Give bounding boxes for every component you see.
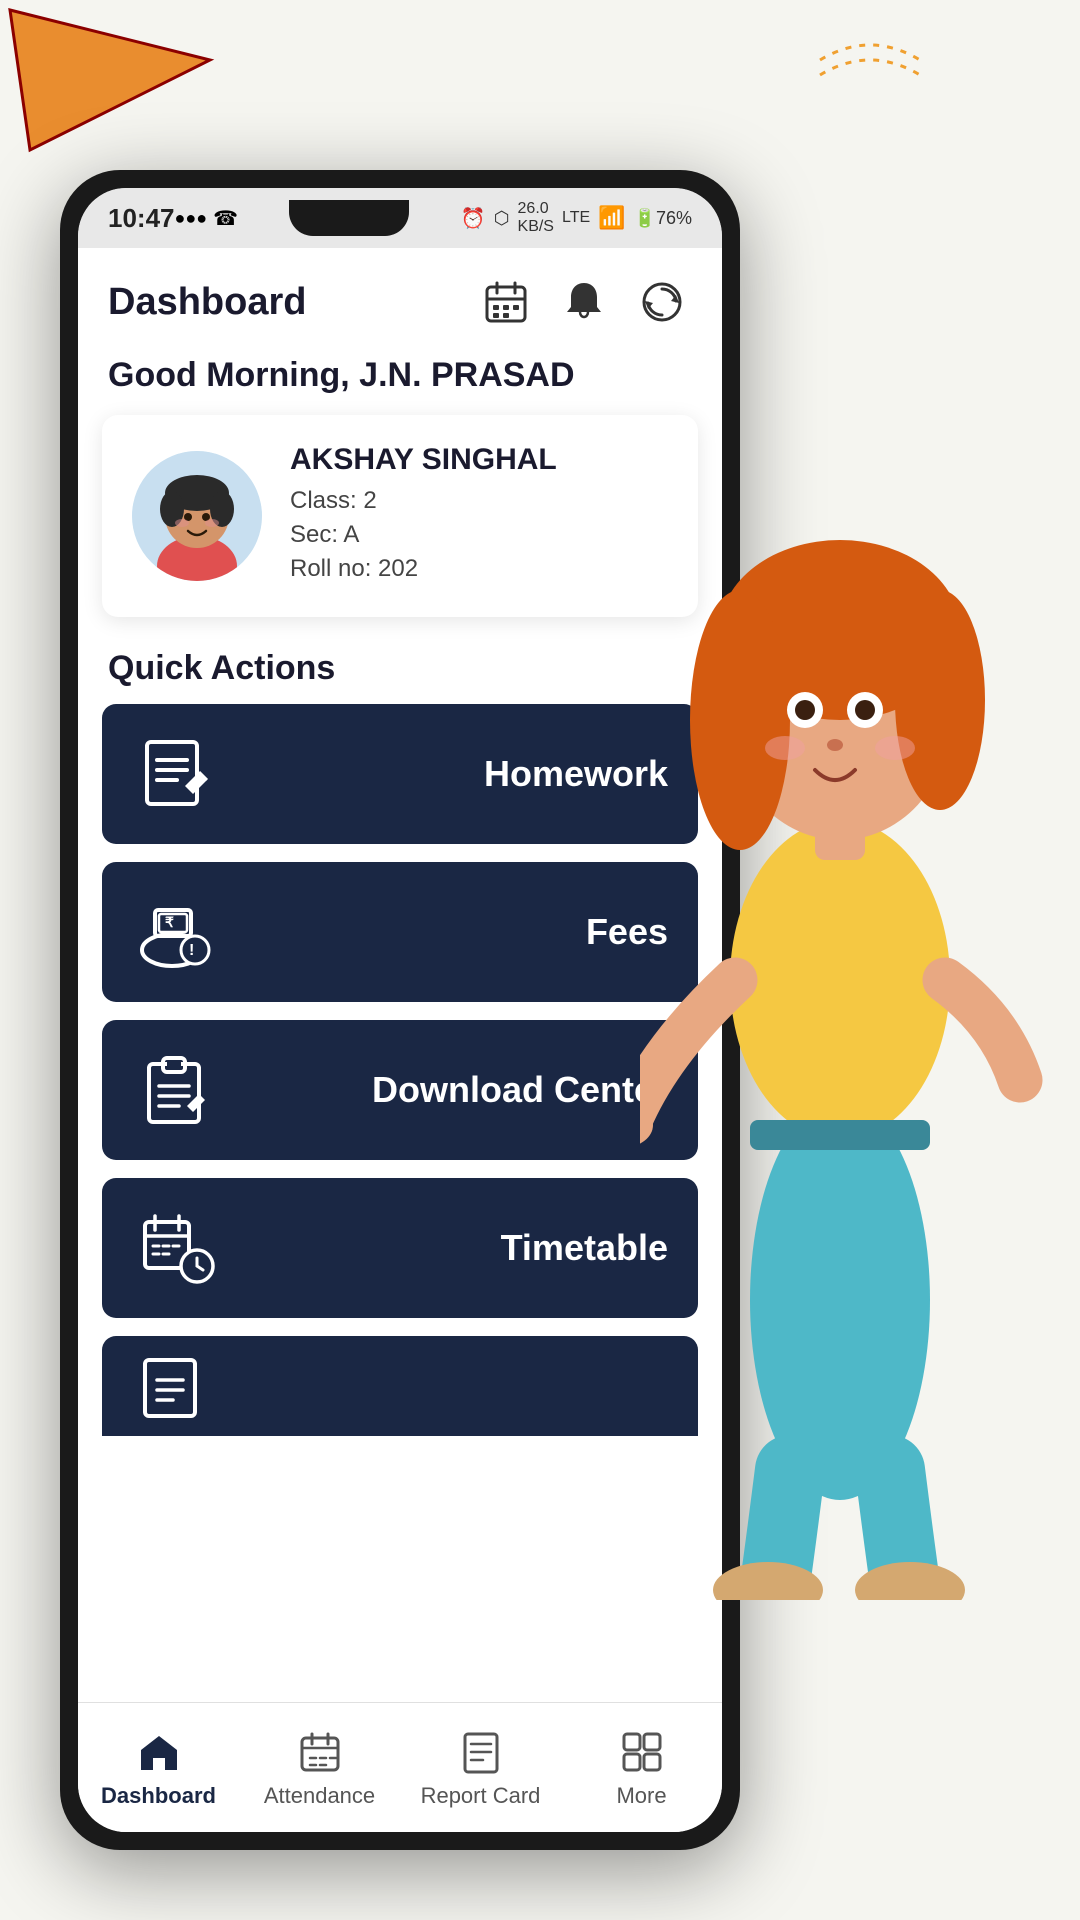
timetable-icon	[132, 1203, 222, 1293]
student-avatar	[132, 451, 262, 581]
bg-dots-decoration	[810, 20, 930, 100]
report-card-nav-label: Report Card	[421, 1783, 541, 1809]
camera-notch	[289, 200, 409, 236]
svg-text:₹: ₹	[165, 914, 174, 930]
phone-frame: 10:47 ●●● ☎ ⏰ ⬡ 26.0KB/S LTE 📶 🔋76% Dash…	[60, 170, 740, 1850]
phone-screen: 10:47 ●●● ☎ ⏰ ⬡ 26.0KB/S LTE 📶 🔋76% Dash…	[78, 188, 722, 1832]
nav-item-more[interactable]: More	[561, 1727, 722, 1809]
student-roll: Roll no: 202	[290, 555, 668, 583]
calendar-icon	[483, 279, 529, 325]
notification-button[interactable]	[554, 272, 614, 332]
fees-svg-icon: ₹ !	[137, 892, 217, 972]
fees-icon: ₹ !	[132, 887, 222, 977]
exam-schedule-button[interactable]	[102, 1336, 698, 1436]
student-section: Sec: A	[290, 521, 668, 549]
download-center-label: Download Center	[372, 1069, 668, 1111]
status-time: 10:47	[108, 203, 175, 234]
download-svg-icon	[137, 1050, 217, 1130]
dashboard-nav-icon	[134, 1727, 184, 1777]
timetable-button[interactable]: Timetable	[102, 1178, 698, 1318]
status-call: ☎	[213, 206, 238, 231]
exam-svg-icon	[137, 1346, 217, 1426]
attendance-nav-icon	[295, 1727, 345, 1777]
status-dots: ●●●	[175, 208, 208, 229]
grid-icon	[620, 1730, 664, 1774]
signal-icon: 📶	[598, 205, 625, 231]
greeting-text: Good Morning, J.N. PRASAD	[78, 348, 722, 415]
svg-text:!: !	[189, 942, 194, 959]
bluetooth-icon: ⬡	[494, 208, 510, 229]
student-name: AKSHAY SINGHAL	[290, 443, 668, 477]
report-card-icon	[459, 1730, 503, 1774]
attendance-nav-label: Attendance	[264, 1783, 375, 1809]
battery-icon: 🔋76%	[634, 208, 692, 229]
sync-button[interactable]	[632, 272, 692, 332]
fees-button[interactable]: ₹ ! Fees	[102, 862, 698, 1002]
calendar-button[interactable]	[476, 272, 536, 332]
student-info: AKSHAY SINGHAL Class: 2 Sec: A Roll no: …	[290, 443, 668, 589]
more-nav-icon	[617, 1727, 667, 1777]
student-class: Class: 2	[290, 487, 668, 515]
status-right-icons: ⏰ ⬡ 26.0KB/S LTE 📶 🔋76%	[461, 200, 692, 236]
app-content: Dashboard	[78, 248, 722, 1702]
header-icons-group	[476, 272, 692, 332]
sync-icon	[639, 279, 685, 325]
lte-icon: LTE	[562, 209, 590, 227]
nav-item-report-card[interactable]: Report Card	[400, 1727, 561, 1809]
bell-icon	[561, 279, 607, 325]
status-bar: 10:47 ●●● ☎ ⏰ ⬡ 26.0KB/S LTE 📶 🔋76%	[78, 188, 722, 248]
home-icon	[137, 1730, 181, 1774]
app-header: Dashboard	[78, 248, 722, 348]
download-center-button[interactable]: Download Center	[102, 1020, 698, 1160]
homework-icon	[132, 729, 222, 819]
nav-item-attendance[interactable]: Attendance	[239, 1727, 400, 1809]
status-icons-group: ●●● ☎	[175, 206, 239, 231]
attendance-icon	[298, 1730, 342, 1774]
homework-label: Homework	[484, 753, 668, 795]
avatar-illustration	[132, 451, 262, 581]
network-speed: 26.0KB/S	[518, 200, 554, 236]
timetable-label: Timetable	[501, 1227, 668, 1269]
download-center-icon	[132, 1045, 222, 1135]
exam-schedule-icon	[132, 1341, 222, 1431]
student-card: AKSHAY SINGHAL Class: 2 Sec: A Roll no: …	[102, 415, 698, 617]
more-nav-label: More	[616, 1783, 666, 1809]
dashboard-nav-label: Dashboard	[101, 1783, 216, 1809]
timetable-svg-icon	[137, 1208, 217, 1288]
fees-label: Fees	[586, 911, 668, 953]
homework-button[interactable]: Homework	[102, 704, 698, 844]
page-title: Dashboard	[108, 281, 306, 324]
report-card-nav-icon	[456, 1727, 506, 1777]
bottom-navigation: Dashboard Att	[78, 1702, 722, 1832]
alarm-icon: ⏰	[461, 206, 486, 231]
quick-actions-title: Quick Actions	[78, 641, 722, 704]
bg-triangle-decoration	[0, 0, 220, 160]
homework-svg-icon	[137, 734, 217, 814]
nav-item-dashboard[interactable]: Dashboard	[78, 1727, 239, 1809]
